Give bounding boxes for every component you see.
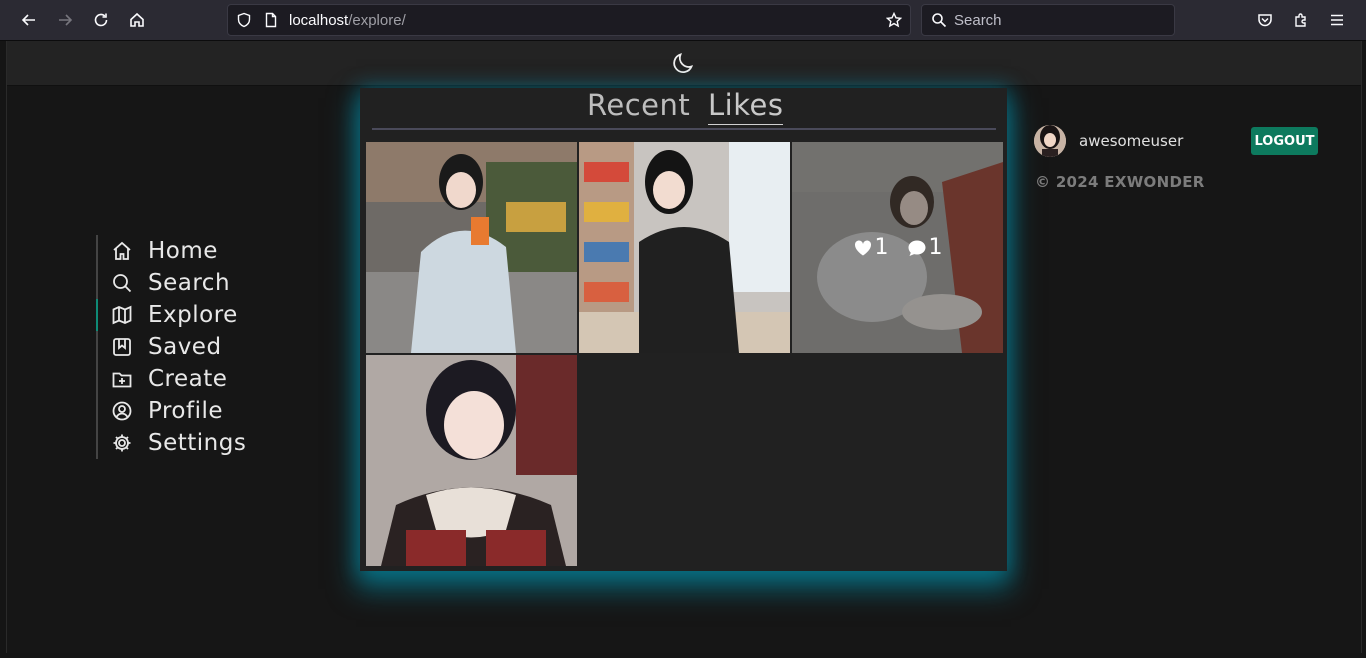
sidebar-nav: Home Search Explore Saved Create Profile…	[96, 235, 298, 459]
sidebar-item-label: Explore	[148, 302, 238, 328]
post-thumbnail[interactable]	[366, 355, 577, 566]
home-icon	[112, 241, 132, 261]
sidebar-item-label: Settings	[148, 430, 247, 456]
tab-divider	[372, 128, 996, 130]
post-thumbnail[interactable]	[366, 142, 577, 353]
sidebar-item-label: Create	[148, 366, 228, 392]
url-bar[interactable]: localhost/explore/	[227, 4, 911, 36]
url-host: localhost	[289, 12, 349, 29]
explore-panel: Recent Likes 1 1	[360, 88, 1007, 571]
back-button[interactable]	[15, 6, 43, 34]
comment-icon	[908, 240, 925, 256]
comments-value: 1	[928, 235, 943, 260]
sidebar-item-home[interactable]: Home	[98, 235, 298, 267]
heart-icon	[854, 239, 871, 255]
sidebar-item-label: Home	[148, 238, 218, 264]
puzzle-icon	[1295, 13, 1306, 27]
search-icon	[932, 13, 947, 28]
reload-button[interactable]	[87, 6, 115, 34]
feed-tabs: Recent Likes	[360, 88, 1007, 130]
sidebar-item-explore[interactable]: Explore	[96, 299, 298, 331]
likes-value: 1	[874, 235, 889, 260]
folder-plus-icon	[112, 369, 132, 389]
page: Home Search Explore Saved Create Profile…	[6, 41, 1362, 653]
post-thumbnail[interactable]: 1 1	[792, 142, 1003, 353]
sidebar-item-label: Profile	[148, 398, 224, 424]
search-icon	[112, 273, 132, 293]
hamburger-menu-icon	[1331, 14, 1343, 26]
browser-toolbar: localhost/explore/ Search	[0, 0, 1366, 41]
sidebar-item-label: Saved	[148, 334, 222, 360]
map-icon	[112, 305, 132, 325]
pocket-button[interactable]	[1251, 6, 1279, 34]
sidebar-item-saved[interactable]: Saved	[98, 331, 298, 363]
browser-search-input[interactable]: Search	[921, 4, 1175, 36]
tab-recent[interactable]: Recent	[587, 88, 690, 124]
forward-button[interactable]	[51, 6, 79, 34]
gear-icon	[112, 433, 132, 453]
search-placeholder: Search	[954, 12, 1002, 29]
sidebar-item-profile[interactable]: Profile	[98, 395, 298, 427]
url-path: /explore/	[348, 12, 406, 29]
page-icon[interactable]	[263, 12, 279, 28]
sidebar-item-create[interactable]: Create	[98, 363, 298, 395]
post-image	[366, 355, 577, 566]
tab-likes[interactable]: Likes	[708, 88, 784, 125]
url-text[interactable]: localhost/explore/	[289, 12, 406, 29]
bookmark-icon	[112, 337, 132, 357]
star-icon[interactable]	[886, 12, 902, 28]
post-image	[366, 142, 577, 353]
avatar[interactable]	[1034, 125, 1066, 157]
logout-button[interactable]: LOGOUT	[1251, 127, 1318, 155]
home-icon	[130, 12, 144, 27]
post-image	[579, 142, 790, 353]
username[interactable]: awesomeuser	[1079, 132, 1183, 150]
user-circle-icon	[112, 401, 132, 421]
post-thumbnail[interactable]	[579, 142, 790, 353]
post-hover-overlay: 1 1	[792, 142, 1003, 353]
top-bar	[7, 41, 1361, 86]
menu-button[interactable]	[1323, 6, 1351, 34]
sidebar-item-search[interactable]: Search	[98, 267, 298, 299]
comments-count: 1	[907, 235, 943, 260]
extensions-button[interactable]	[1287, 6, 1315, 34]
likes-count: 1	[853, 235, 889, 260]
copyright-text: © 2024 EXWONDER	[1035, 173, 1205, 191]
shield-icon[interactable]	[236, 12, 252, 28]
moon-icon[interactable]	[671, 50, 697, 76]
pocket-icon	[1258, 14, 1272, 27]
sidebar-item-settings[interactable]: Settings	[98, 427, 298, 459]
arrow-right-icon	[59, 14, 73, 26]
reload-icon	[94, 13, 108, 27]
arrow-left-icon	[21, 14, 35, 26]
home-button[interactable]	[123, 6, 151, 34]
sidebar-item-label: Search	[148, 270, 231, 296]
